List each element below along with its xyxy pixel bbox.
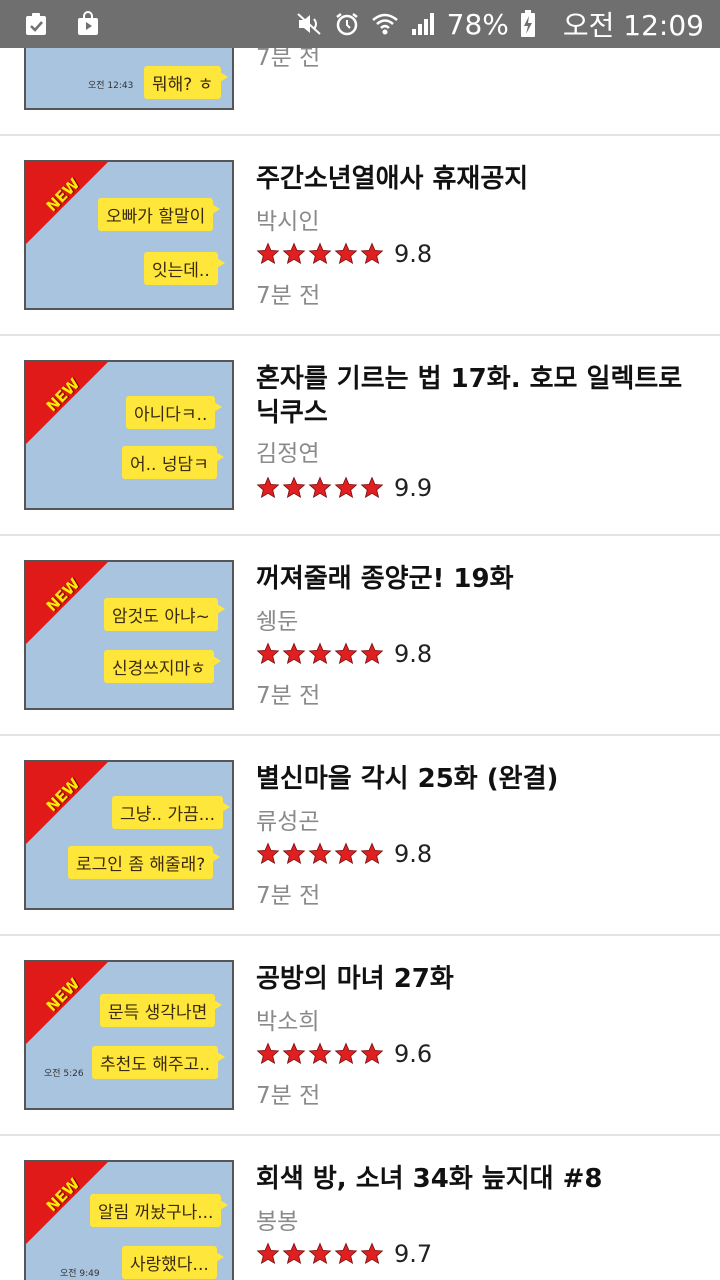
rating-score: 9.8 bbox=[394, 240, 433, 268]
list-item[interactable]: 그냥.. 가끔... 로그인 좀 해줄래? NEW 별신마을 각시 25화 (완… bbox=[0, 736, 720, 936]
chat-bubble: 신경쓰지마ㅎ bbox=[104, 650, 221, 683]
clock: 오전 12:09 bbox=[562, 9, 704, 42]
star-rating-icon bbox=[256, 642, 384, 666]
item-title: 회색 방, 소녀 34화 늪지대 #8 bbox=[256, 1164, 603, 1194]
chat-bubble: 추천도 해주고.. bbox=[92, 1046, 226, 1079]
rating: 9.6 bbox=[256, 1040, 432, 1068]
chat-bubble: 문득 생각나면 bbox=[100, 994, 223, 1027]
list-item[interactable]: 알림 꺼놨구나... 오전 9:49 사랑했다... NEW 회색 방, 소녀 … bbox=[0, 1136, 720, 1280]
item-title: 공방의 마녀 27화 bbox=[256, 964, 454, 994]
bubble-time: 오전 12:43 bbox=[88, 81, 134, 91]
alarm-icon bbox=[333, 10, 361, 38]
chat-bubble: 뭐해? ㅎ bbox=[144, 66, 229, 99]
item-title: 주간소년열애사 휴재공지 bbox=[256, 164, 529, 194]
thumbnail: 그냥.. 가끔... 로그인 좀 해줄래? NEW bbox=[24, 760, 234, 910]
bubble-time: 오전 9:49 bbox=[60, 1269, 100, 1279]
chat-bubble: 사랑했다... bbox=[122, 1246, 224, 1279]
rating: 9.8 bbox=[256, 240, 432, 268]
updated-time: 7분 전 bbox=[256, 1083, 321, 1109]
chat-bubble: 아니다ㅋ.. bbox=[126, 396, 223, 429]
thumbnail: 오빠가 할말이 잇는데.. NEW bbox=[24, 160, 234, 310]
item-author: 류성곤 bbox=[256, 809, 320, 835]
rating-score: 9.8 bbox=[394, 640, 433, 668]
battery-percent: 78% bbox=[446, 7, 509, 41]
status-bar: 78% 오전 12:09 bbox=[0, 0, 720, 48]
thumbnail: 아니다ㅋ.. 어.. 넝담ㅋ NEW bbox=[24, 360, 234, 510]
item-title: 별신마을 각시 25화 (완결) bbox=[256, 764, 559, 794]
star-rating-icon bbox=[256, 1242, 384, 1266]
thumbnail: 문득 생각나면 오전 5:26 추천도 해주고.. NEW bbox=[24, 960, 234, 1110]
chat-bubble: 잇는데.. bbox=[144, 252, 225, 285]
list-item[interactable]: 아니다ㅋ.. 어.. 넝담ㅋ NEW 혼자를 기르는 법 17화. 호모 일렉트… bbox=[0, 336, 720, 536]
chat-bubble: 로그인 좀 해줄래? bbox=[68, 846, 221, 879]
clipboard-check-icon bbox=[22, 10, 50, 38]
item-author: 박시인 bbox=[256, 209, 320, 235]
wifi-icon bbox=[371, 10, 399, 38]
item-title: 혼자를 기르는 법 17화. 호모 일렉트로닉쿠스 bbox=[256, 364, 683, 428]
item-author: 김정연 bbox=[256, 441, 320, 467]
rating-score: 9.7 bbox=[394, 1240, 433, 1268]
updated-time: 7분 전 bbox=[256, 883, 321, 909]
mute-icon bbox=[295, 10, 323, 38]
signal-icon bbox=[409, 10, 437, 38]
list-item[interactable]: 오빠가 할말이 잇는데.. NEW 주간소년열애사 휴재공지 박시인 9.8 7… bbox=[0, 136, 720, 336]
thumbnail: 암것도 아냐~ 신경쓰지마ㅎ NEW bbox=[24, 560, 234, 710]
rating: 9.9 bbox=[256, 474, 432, 502]
chat-bubble: 어.. 넝담ㅋ bbox=[122, 446, 224, 479]
chat-bubble: 알림 꺼놨구나... bbox=[90, 1194, 229, 1227]
updated-time: 7분 전 bbox=[256, 683, 321, 709]
rating-score: 9.9 bbox=[394, 474, 433, 502]
play-store-icon bbox=[74, 10, 102, 38]
star-rating-icon bbox=[256, 476, 384, 500]
battery-charging-icon bbox=[519, 10, 537, 38]
bubble-time: 오전 5:26 bbox=[44, 1069, 84, 1079]
list-item[interactable]: 암것도 아냐~ 신경쓰지마ㅎ NEW 꺼져줄래 종양군! 19화 쉥둔 9.8 … bbox=[0, 536, 720, 736]
star-rating-icon bbox=[256, 242, 384, 266]
item-author: 봉봉 bbox=[256, 1209, 299, 1235]
thumbnail: 알림 꺼놨구나... 오전 9:49 사랑했다... NEW bbox=[24, 1160, 234, 1280]
star-rating-icon bbox=[256, 842, 384, 866]
list-item[interactable]: 문득 생각나면 오전 5:26 추천도 해주고.. NEW 공방의 마녀 27화… bbox=[0, 936, 720, 1136]
rating: 9.7 bbox=[256, 1240, 432, 1268]
rating-score: 9.8 bbox=[394, 840, 433, 868]
updated-time: 7분 전 bbox=[256, 283, 321, 309]
rating-score: 9.6 bbox=[394, 1040, 433, 1068]
item-author: 박소희 bbox=[256, 1009, 320, 1035]
item-author: 쉥둔 bbox=[256, 609, 299, 635]
rating: 9.8 bbox=[256, 640, 432, 668]
chat-bubble: 그냥.. 가끔... bbox=[112, 796, 230, 829]
star-rating-icon bbox=[256, 1042, 384, 1066]
item-title: 꺼져줄래 종양군! 19화 bbox=[256, 564, 514, 594]
chat-bubble: 암것도 아냐~ bbox=[104, 598, 225, 631]
rating: 9.8 bbox=[256, 840, 432, 868]
chat-bubble: 오빠가 할말이 bbox=[98, 198, 221, 231]
